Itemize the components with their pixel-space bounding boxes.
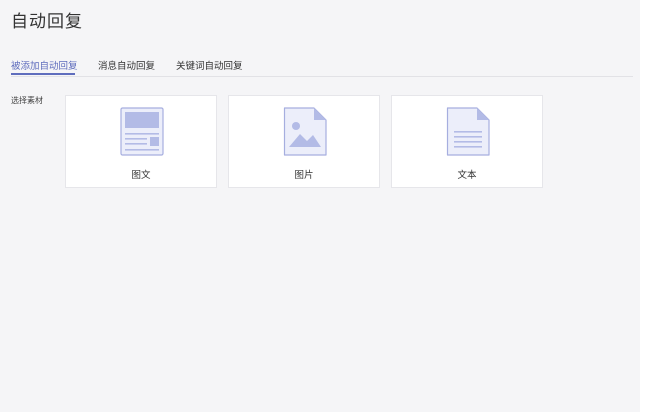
- image-icon: [283, 107, 327, 156]
- page-title: 自动回复: [11, 12, 83, 32]
- material-card-label: 图文: [131, 170, 151, 181]
- tab-divider: [11, 76, 633, 77]
- material-card-article[interactable]: 图文: [65, 95, 217, 188]
- tab-bar: 被添加自动回复 消息自动回复 关键词自动回复: [11, 58, 633, 78]
- text-document-icon: [446, 107, 490, 156]
- tab-message-auto-reply[interactable]: 消息自动回复: [98, 58, 155, 72]
- auto-reply-panel: 自动回复 被添加自动回复 消息自动回复 关键词自动回复 选择素材 图文 图片 文…: [0, 0, 640, 412]
- material-card-label: 文本: [457, 170, 477, 181]
- tab-added-auto-reply[interactable]: 被添加自动回复: [11, 58, 78, 72]
- select-material-label: 选择素材: [11, 96, 43, 105]
- article-icon: [120, 107, 164, 156]
- material-card-image[interactable]: 图片: [228, 95, 380, 188]
- material-card-text[interactable]: 文本: [391, 95, 543, 188]
- active-tab-indicator: [11, 73, 75, 75]
- material-card-label: 图片: [294, 170, 314, 181]
- tab-keyword-auto-reply[interactable]: 关键词自动回复: [176, 58, 243, 72]
